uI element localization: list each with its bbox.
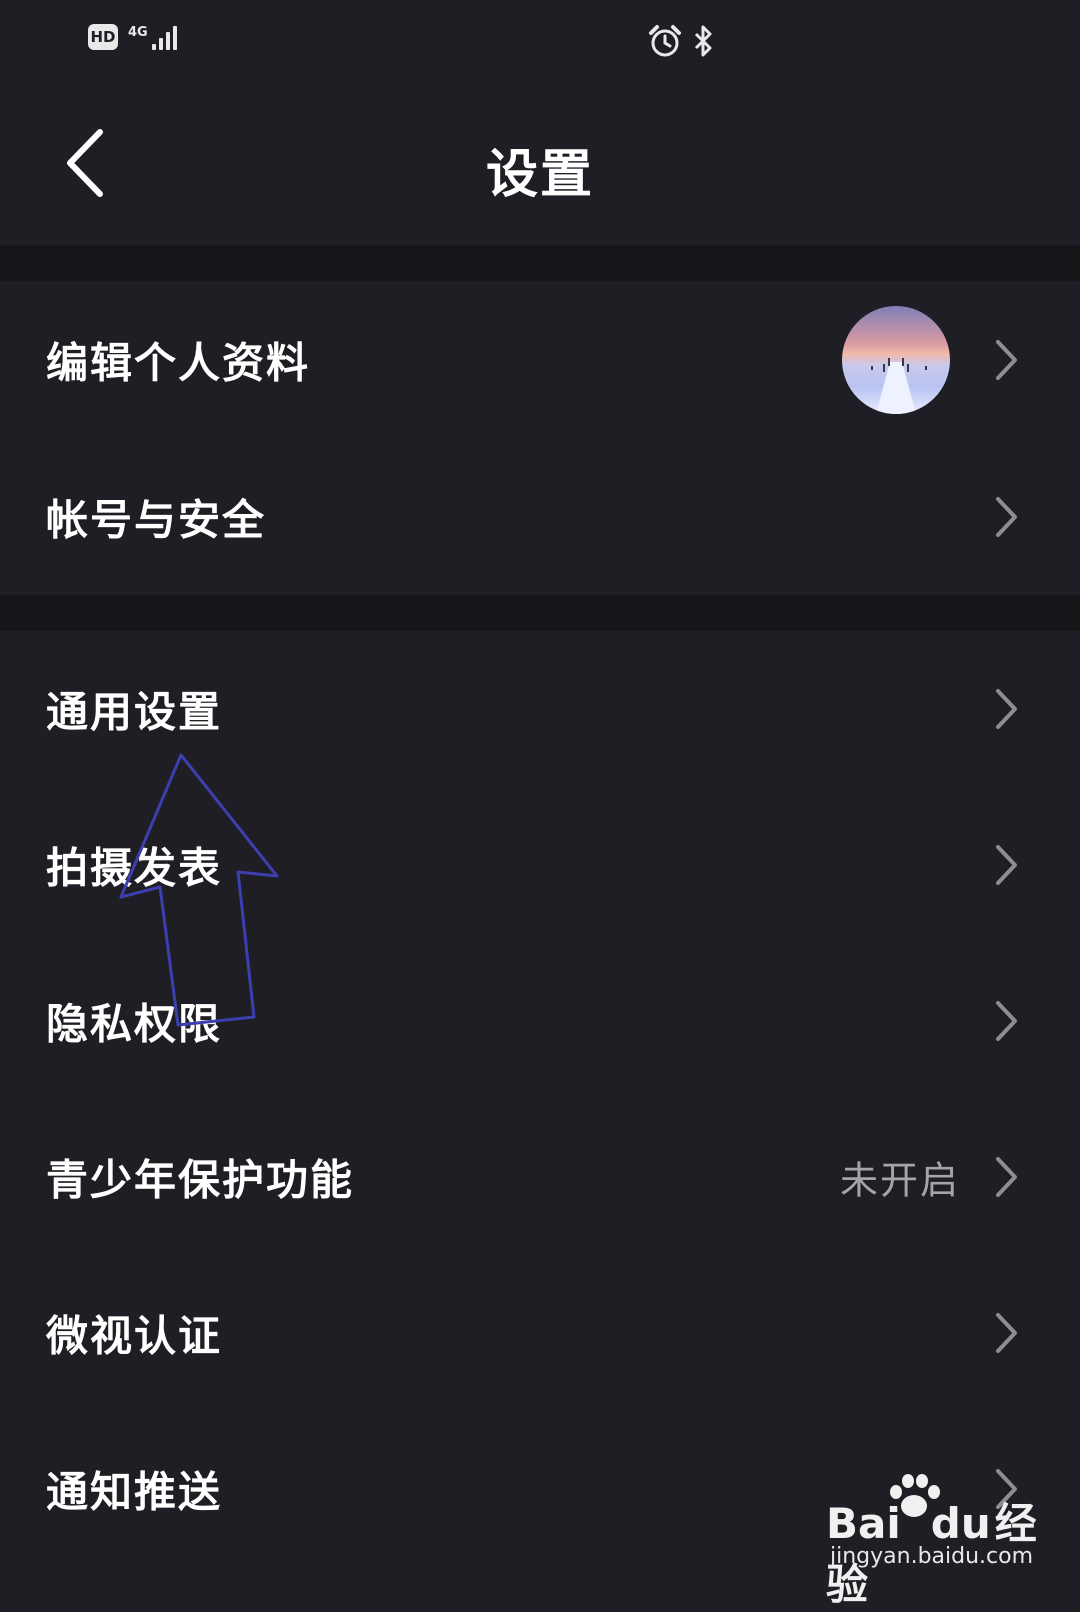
header: 设置 [0, 80, 1080, 245]
status-left: HD 4G [88, 22, 177, 50]
section-divider [0, 245, 1080, 281]
chevron-right-icon [996, 1313, 1017, 1353]
row-label: 拍摄发表 [46, 843, 223, 893]
row-label: 帐号与安全 [46, 495, 267, 545]
status-bar: HD 4G [0, 0, 1080, 80]
settings-row-youth-protection[interactable]: 青少年保护功能 未开启 [0, 1099, 1080, 1255]
row-label: 微视认证 [46, 1311, 223, 1361]
network-type-label: 4G [128, 25, 148, 40]
chevron-right-icon [996, 340, 1017, 380]
chevron-right-icon [996, 1001, 1017, 1041]
avatar-image [871, 358, 927, 414]
watermark-brand-text: Bai [826, 1499, 901, 1548]
chevron-right-icon [996, 845, 1017, 885]
chevron-right-icon [996, 1157, 1017, 1197]
settings-row-privacy[interactable]: 隐私权限 [0, 943, 1080, 1099]
hd-icon: HD [88, 24, 118, 50]
row-label: 编辑个人资料 [46, 338, 311, 388]
alarm-icon [649, 25, 681, 57]
chevron-right-icon [996, 689, 1017, 729]
avatar [842, 306, 950, 414]
section-divider [0, 595, 1080, 631]
youth-protection-status: 未开启 [839, 1158, 960, 1203]
row-label: 通知推送 [46, 1467, 223, 1517]
watermark-brand-text-2: du [930, 1499, 991, 1548]
watermark-url: jingyan.baidu.com [830, 1544, 1034, 1569]
status-center [648, 24, 716, 58]
settings-row-verification[interactable]: 微视认证 [0, 1255, 1080, 1411]
row-label: 青少年保护功能 [46, 1155, 355, 1205]
baidu-watermark: Bai du经验 jingyan.baidu.com [826, 1474, 1056, 1609]
settings-row-edit-profile[interactable]: 编辑个人资料 [0, 282, 1080, 438]
row-label: 隐私权限 [46, 999, 223, 1049]
page-title: 设置 [485, 145, 594, 205]
bluetooth-icon [694, 25, 712, 57]
settings-row-general[interactable]: 通用设置 [0, 631, 1080, 787]
settings-row-account-security[interactable]: 帐号与安全 [0, 439, 1080, 595]
signal-icon: 4G [128, 22, 177, 50]
settings-row-shoot-publish[interactable]: 拍摄发表 [0, 787, 1080, 943]
chevron-right-icon [996, 497, 1017, 537]
row-label: 通用设置 [46, 687, 223, 737]
